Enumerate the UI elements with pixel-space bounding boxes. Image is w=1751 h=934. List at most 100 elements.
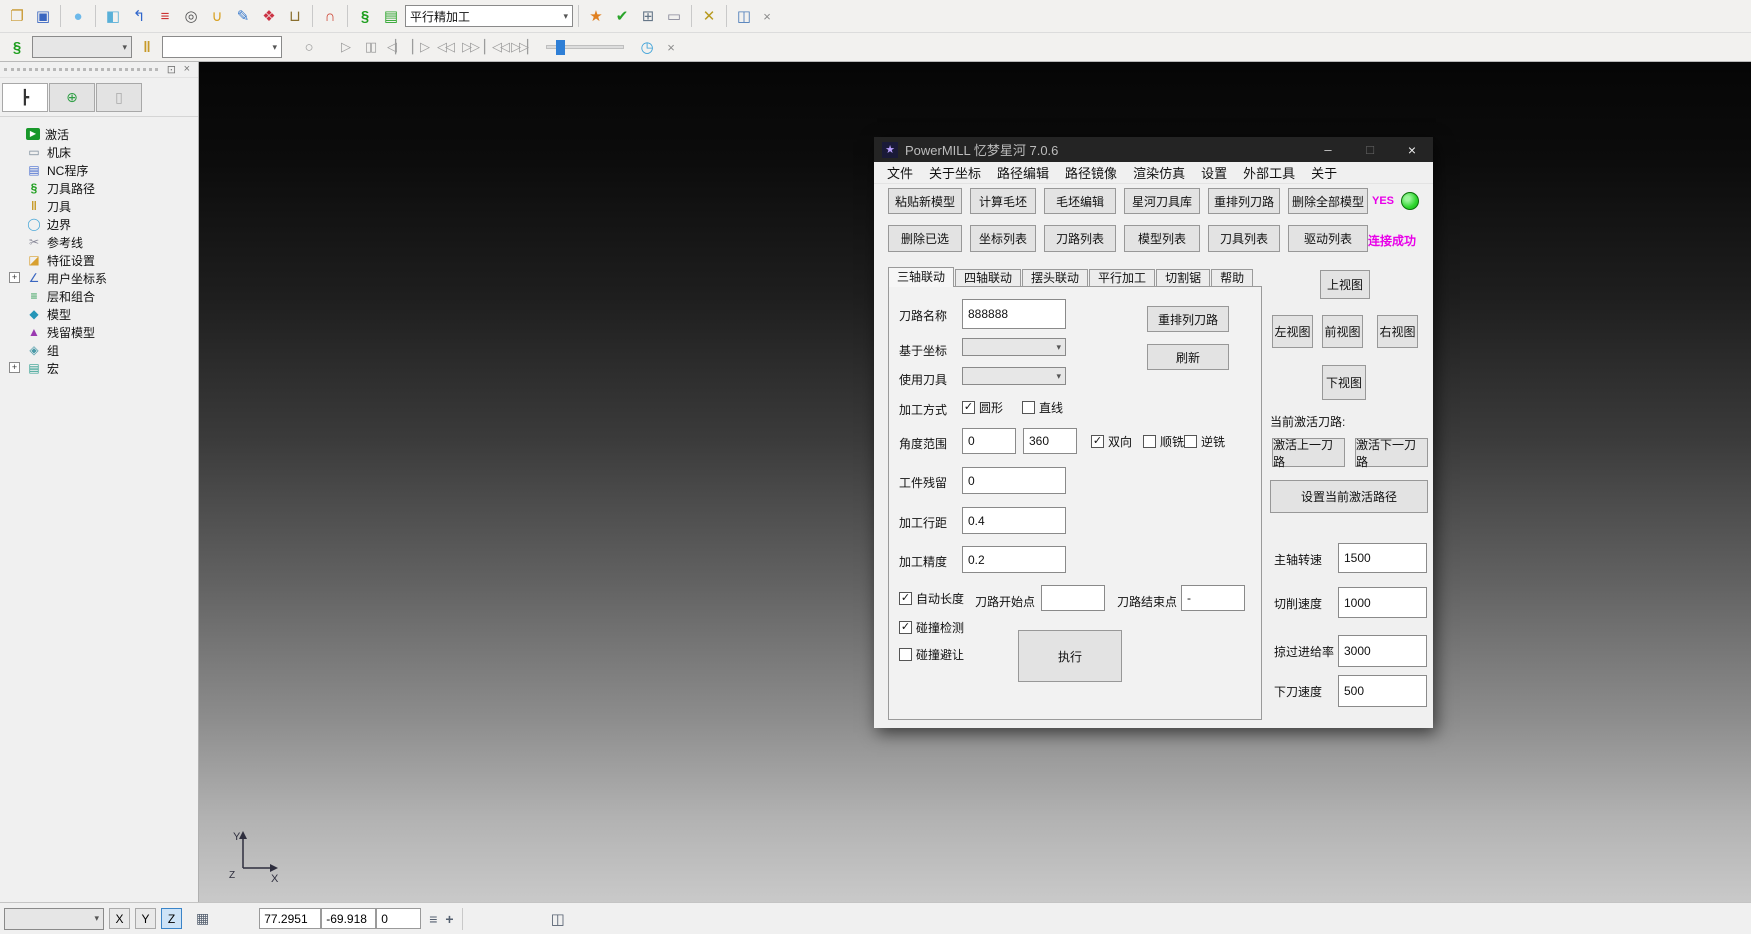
drill-block-icon[interactable]: ⊔ [283,4,307,28]
menu-coords[interactable]: 关于坐标 [921,163,989,182]
tree-item-pattern[interactable]: ✂ 参考线 [6,233,198,251]
model-list-button[interactable]: 模型列表 [1124,225,1200,252]
grid-icon[interactable]: ▦ [196,910,209,927]
axes-icon[interactable]: + [445,911,453,927]
view-top-button[interactable]: 上视图 [1320,270,1370,299]
clock-icon[interactable]: ◷ [635,35,659,59]
delete-all-models-button[interactable]: 删除全部模型 [1288,188,1368,214]
menu-external-tools[interactable]: 外部工具 [1235,163,1303,182]
tab-parallel[interactable]: 平行加工 [1089,269,1155,287]
level-bars-icon[interactable]: ≡ [153,4,177,28]
channel-tool-icon[interactable]: ∪ [205,4,229,28]
tree-item-group[interactable]: ◈ 组 [6,341,198,359]
view-right-button[interactable]: 右视图 [1377,315,1418,348]
based-coord-dropdown[interactable]: ▾ [962,338,1066,356]
view-front-button[interactable]: 前视图 [1322,315,1363,348]
panel-close-icon[interactable]: × [184,63,190,75]
collision-check-checkbox[interactable]: ✓ 碰撞检测 [899,619,964,636]
rearrange-toolpaths-button[interactable]: 重排列刀路 [1208,188,1280,214]
cutting-feed-input[interactable] [1338,587,1427,618]
minimize-button[interactable]: – [1307,137,1349,162]
tab-explorer[interactable]: ┣ [2,83,48,112]
angle-from-input[interactable] [962,428,1016,454]
coord-y-input[interactable] [321,908,376,929]
list-options-icon[interactable]: ≡ [429,911,437,927]
activate-next-button[interactable]: 激活下一刀路 [1355,438,1428,467]
axis-y-button[interactable]: Y [135,908,156,929]
toolbar-close-icon[interactable]: × [758,9,776,24]
tree-item-nc-program[interactable]: ▤ NC程序 [6,161,198,179]
window-layout-icon[interactable]: ◫ [551,910,565,928]
tool-check-icon[interactable]: ✔ [610,4,634,28]
sim-tool-dropdown[interactable]: ▾ [162,36,282,58]
start-point-input[interactable] [1041,585,1105,611]
maximize-button[interactable]: □ [1349,137,1391,162]
collision-avoid-checkbox[interactable]: 碰撞避让 [899,646,964,663]
tree-item-stock-model[interactable]: ▲ 残留模型 [6,323,198,341]
rearrange-button[interactable]: 重排列刀路 [1147,306,1229,332]
view-bottom-button[interactable]: 下视图 [1322,365,1366,400]
tab-4axis[interactable]: 四轴联动 [955,269,1021,287]
toolpath-list-icon[interactable]: ▤ [379,4,403,28]
bulb-icon[interactable]: ○ [297,35,321,59]
end-point-input[interactable] [1181,585,1245,611]
toolpath-list-button[interactable]: 刀路列表 [1044,225,1116,252]
toolbar-close-icon[interactable]: × [662,40,680,55]
save-icon[interactable]: ▣ [31,4,55,28]
use-tool-dropdown[interactable]: ▾ [962,367,1066,385]
menu-path-edit[interactable]: 路径编辑 [989,163,1057,182]
view-left-button[interactable]: 左视图 [1272,315,1313,348]
tree-item-toolpath[interactable]: § 刀具路径 [6,179,198,197]
ballnose-tool-icon[interactable]: ◎ [179,4,203,28]
spindle-speed-input[interactable] [1338,543,1427,573]
calc-stock-button[interactable]: 计算毛坯 [970,188,1036,214]
arc-tool-icon[interactable]: ∩ [318,4,342,28]
refresh-button[interactable]: 刷新 [1147,344,1229,370]
coord-z-input[interactable] [376,908,421,929]
step-back-icon[interactable]: ◁▏ [384,39,406,55]
axis-x-button[interactable]: X [109,908,130,929]
activate-prev-button[interactable]: 激活上一刀路 [1272,438,1345,467]
panel-float-icon[interactable]: ⊡ [167,63,176,76]
set-active-path-button[interactable]: 设置当前激活路径 [1270,480,1428,513]
pencil-icon[interactable]: ✎ [231,4,255,28]
statusbar-dropdown[interactable]: ▾ [4,908,104,930]
stock-remain-input[interactable] [962,467,1066,494]
stock-edit-button[interactable]: 毛坯编辑 [1044,188,1116,214]
pattern-points-icon[interactable]: ❖ [257,4,281,28]
fast-forward-icon[interactable]: ▷▷ [459,39,481,55]
menu-settings[interactable]: 设置 [1193,163,1235,182]
angle-to-input[interactable] [1023,428,1077,454]
tool-swap-icon[interactable]: ✕ [697,4,721,28]
bidirectional-checkbox[interactable]: ✓ 双向 [1091,433,1132,450]
tree-item-model[interactable]: ◆ 模型 [6,305,198,323]
tab-help[interactable]: 帮助 [1211,269,1253,287]
tab-swivel-head[interactable]: 摆头联动 [1022,269,1088,287]
powermill-ribbon-icon[interactable]: § [353,4,377,28]
coord-x-input[interactable] [259,908,321,929]
paste-new-model-button[interactable]: 粘贴新模型 [888,188,962,214]
plunge-feed-input[interactable] [1338,675,1427,707]
tab-saw[interactable]: 切割锯 [1156,269,1210,287]
open-file-icon[interactable]: ❐ [5,4,29,28]
sphere-tool-icon[interactable]: ● [66,4,90,28]
delete-selected-button[interactable]: 删除已选 [888,225,962,252]
dialog-titlebar[interactable]: ★ PowerMILL 忆梦星河 7.0.6 – □ × [874,137,1433,162]
tree-item-boundary[interactable]: ◯ 边界 [6,215,198,233]
go-to-start-icon[interactable]: ▏◁◁ [484,39,508,55]
tab-world[interactable]: ⊕ [49,83,95,112]
block-model-icon[interactable]: ◧ [101,4,125,28]
menu-file[interactable]: 文件 [879,163,921,182]
rewind-icon[interactable]: ◁◁ [434,39,456,55]
tree-item-workplane[interactable]: + ∠ 用户坐标系 [6,269,198,287]
cylinder-pair-icon[interactable]: ◫ [732,4,756,28]
calculator-icon[interactable]: ⊞ [636,4,660,28]
expand-icon[interactable]: + [9,362,20,373]
stepover-input[interactable] [962,507,1066,534]
circle-checkbox[interactable]: ✓ 圆形 [962,399,1003,416]
strategy-dropdown[interactable]: 平行精加工 ▾ [405,5,573,27]
drive-list-button[interactable]: 驱动列表 [1288,225,1368,252]
slider-handle[interactable] [556,40,565,55]
step-forward-icon[interactable]: ▏▷ [409,39,431,55]
tree-item-machine[interactable]: ▭ 机床 [6,143,198,161]
